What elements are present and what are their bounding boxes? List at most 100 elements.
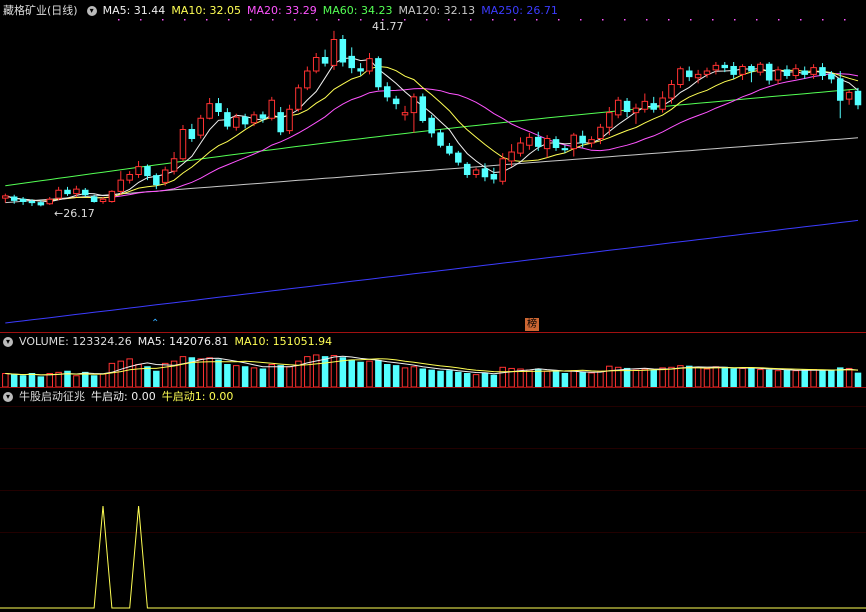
marker-dot [470,19,472,21]
candle [508,151,515,162]
volume-bar [765,369,773,387]
candle [570,134,578,150]
volume-bar [792,370,800,387]
marker-dot [250,19,252,21]
candle [614,99,622,116]
volume-bar [552,371,560,387]
volume-bar [854,372,862,387]
candle [330,39,338,66]
volume-bar [659,367,666,387]
ma-legend-item-3: MA60: 34.23 [322,4,393,17]
chevron-down-icon[interactable]: ▾ [3,337,13,347]
candle [659,97,666,110]
volume-bar [215,359,222,387]
candle [286,108,293,132]
candle [836,78,844,101]
candle [499,158,506,182]
candle [10,196,18,201]
volume-bar [410,366,418,387]
ma-legend-items: MA5: 31.44 MA10: 32.05 MA20: 33.29 MA60: 34… [103,4,564,17]
volume-legend-item-0: VOLUME: 123324.26 [19,335,132,348]
volume-bar [650,369,657,387]
low-price-label: ←26.17 [54,207,95,220]
candle [357,68,364,72]
candle [561,148,569,151]
candle [419,96,427,121]
indicator-legend-item-1: 牛启动: 0.00 [91,390,156,403]
volume-bar [526,369,533,387]
candle [375,58,382,88]
volume-bar [366,360,373,387]
indicator-legend-item-2: 牛启动1: 0.00 [161,390,234,403]
candle [463,163,471,175]
candle [197,117,204,136]
volume-bar [481,372,489,387]
candle [472,169,480,175]
candle [188,129,196,139]
candle [55,189,62,199]
candle [304,70,311,89]
chevron-down-icon[interactable]: ▾ [3,392,13,402]
volume-bar [46,373,53,387]
candle [721,64,729,69]
marker-dot [580,19,582,21]
marker-dot [800,19,802,21]
volume-bar [384,364,391,387]
candlestick-chart [2,19,862,324]
marker-dot [140,19,142,21]
volume-bar [730,368,737,387]
rank-badge[interactable]: 榜 [525,318,539,331]
volume-bar [357,361,364,387]
volume-legend-item-1: MA5: 142076.81 [137,335,229,348]
marker-dot [734,19,736,21]
candle [259,114,267,119]
volume-bar [703,368,711,387]
volume-bar [490,374,498,387]
marker-dot [778,19,780,21]
marker-dot [338,19,340,21]
volume-bar [446,370,453,387]
candle [90,196,98,202]
candle [854,90,862,106]
candle [392,98,400,105]
candle [748,66,755,72]
candle [597,126,604,139]
candle [215,103,222,112]
candle [588,139,595,144]
volume-bar [179,356,187,387]
volume-bar [2,373,9,387]
volume-bar [330,355,338,387]
volume-bar [401,367,409,387]
volume-bar [463,373,471,387]
volume-bar [419,368,427,387]
candle [250,114,258,124]
volume-bar [126,358,133,387]
marker-dot [756,19,758,21]
candle [348,55,355,69]
candle [623,100,631,112]
volume-bar [828,370,835,387]
marker-dot [690,19,692,21]
candle [19,198,27,202]
candle [490,174,498,180]
candle [233,116,240,128]
volume-bar [108,362,116,387]
chevron-down-icon[interactable]: ▾ [86,6,97,16]
candle [517,142,524,154]
volume-bar [224,364,231,387]
marker-dot [294,19,296,21]
candle [845,91,853,100]
volume-bar [712,366,720,387]
volume-bar [455,371,462,387]
candle [765,63,773,81]
candle [694,73,702,79]
candle [783,69,791,76]
volume-bar [819,369,826,387]
candle [108,190,116,202]
volume-bar [597,370,604,387]
marker-dot [448,19,450,21]
volume-bar [339,357,347,387]
volume-bar [437,370,444,387]
volume-bar [499,366,506,387]
volume-bar [748,367,755,387]
